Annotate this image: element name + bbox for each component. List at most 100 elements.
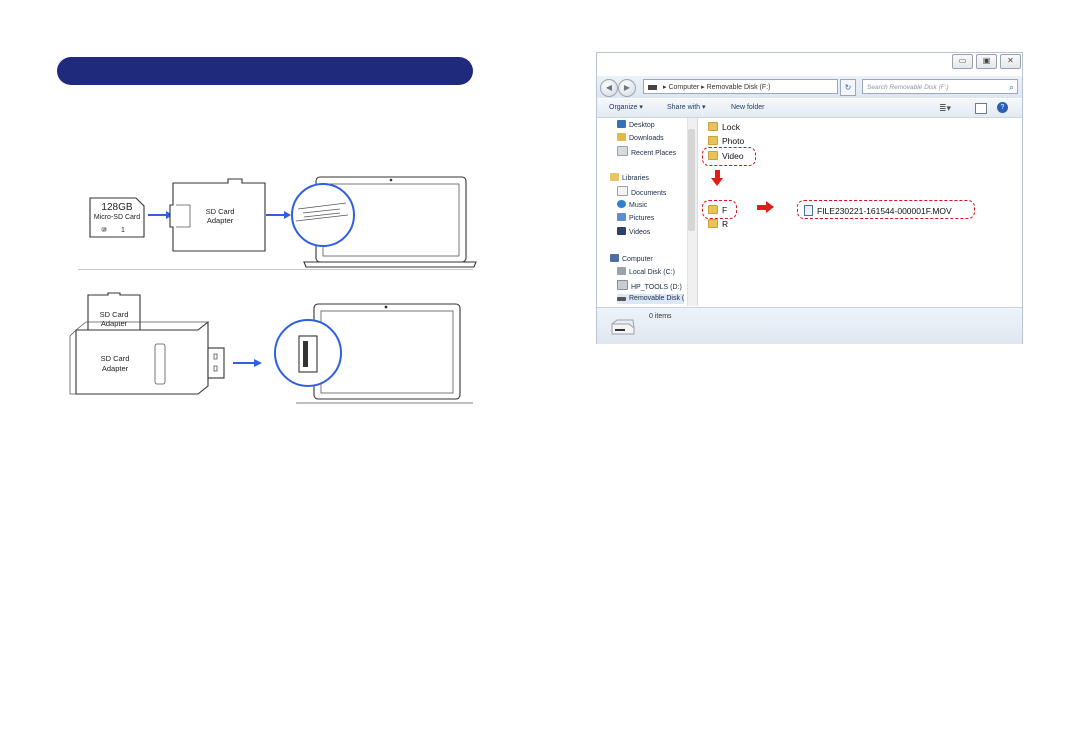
search-input[interactable]: Search Removable Disk (F:) ⌕ [862, 79, 1018, 94]
down-arrow-icon [711, 178, 723, 186]
folder-photo[interactable]: Photo [708, 136, 744, 147]
new-folder-button[interactable]: New folder [731, 99, 764, 117]
video-highlight [702, 147, 756, 166]
view-options-icon[interactable]: ≣▾ [939, 99, 951, 117]
address-row: ◀ ▶ ▸ Computer ▸ Removable Disk (F:) ↻ S… [597, 76, 1022, 98]
breadcrumb-computer[interactable]: Computer [668, 84, 699, 91]
removable-disk-icon [617, 297, 626, 301]
nav-item-label: Downloads [629, 135, 664, 142]
nav-item-recent-places[interactable]: Recent Places [617, 146, 676, 159]
share-with-button[interactable]: Share with ▾ [667, 99, 706, 117]
recent-places-icon [617, 146, 628, 156]
nav-item-label: Libraries [622, 175, 649, 182]
address-bar[interactable]: ▸ Computer ▸ Removable Disk (F:) [643, 79, 838, 94]
downloads-icon [617, 133, 626, 141]
folder-icon [708, 122, 718, 131]
folder-label: Photo [722, 136, 745, 146]
folder-icon [708, 136, 718, 145]
search-icon[interactable]: ⌕ [1009, 80, 1014, 95]
arrow-2-head [284, 211, 291, 219]
nav-item-documents[interactable]: Documents [617, 186, 666, 199]
right-arrow-icon [766, 201, 774, 213]
folder-icon [708, 219, 718, 228]
card-capacity: 128GB [101, 202, 132, 213]
laptop-camera [389, 178, 393, 182]
nav-scrollbar-thumb[interactable] [688, 129, 695, 231]
nav-item-libraries[interactable]: Libraries [610, 173, 649, 184]
card-type: Micro-SD Card [94, 214, 140, 221]
desktop-icon [617, 120, 626, 128]
laptop-2-camera [384, 305, 388, 309]
card-reader-body [75, 320, 209, 395]
item-count: 0 items [649, 313, 672, 320]
reader-label-1: SD Card [101, 354, 130, 363]
refresh-icon[interactable]: ↻ [840, 79, 856, 96]
videos-icon [617, 227, 626, 235]
usb-reader-to-laptop-illustration: SD Card Adapter SD Card Adapter [69, 292, 473, 404]
laptop-base [303, 261, 477, 268]
search-placeholder: Search Removable Disk (F:) [867, 84, 949, 91]
f-folder-highlight [702, 200, 737, 219]
music-icon [617, 200, 626, 208]
nav-item-desktop[interactable]: Desktop [617, 120, 655, 131]
reader-side [69, 329, 77, 395]
nav-item-label: Desktop [629, 122, 655, 129]
maximize-button[interactable]: ▣ [976, 54, 997, 69]
preview-pane-icon[interactable] [975, 103, 987, 114]
help-icon[interactable]: ? [997, 102, 1008, 113]
libraries-icon [610, 173, 619, 181]
local-disk-icon [617, 267, 626, 275]
computer-icon [610, 254, 619, 262]
drive-icon [648, 84, 657, 90]
reader-label-2: Adapter [102, 364, 129, 373]
nav-item-label: Removable Disk ( [629, 295, 685, 302]
nav-item-music[interactable]: Music [617, 200, 647, 211]
nav-item-pictures[interactable]: Pictures [617, 213, 654, 224]
folder-r[interactable]: R [708, 219, 728, 230]
close-button[interactable]: ✕ [1000, 54, 1021, 69]
nav-item-videos[interactable]: Videos [617, 227, 650, 238]
nav-item-label: Local Disk (C:) [629, 269, 675, 276]
arrow-3-head [254, 359, 262, 367]
nav-item-label: Pictures [629, 215, 655, 222]
window-controls: ▭ ▣ ✕ [952, 54, 1021, 69]
navigation-pane: Desktop Downloads Recent Places Librarie… [597, 118, 698, 306]
nav-item-removable-disk[interactable]: Removable Disk ( [617, 294, 685, 304]
nav-item-label: HP_TOOLS (D:) [631, 284, 682, 291]
usb-plug [207, 347, 225, 379]
nav-item-label: Documents [631, 190, 667, 197]
details-pane: 0 items [597, 307, 1022, 344]
usb-port-tongue [303, 341, 308, 367]
micro-sd-to-laptop-illustration: 128GB Micro-SD Card ⑩ 1 SD Card Adapter [89, 176, 477, 268]
nav-item-downloads[interactable]: Downloads [617, 133, 664, 144]
down-arrow-stem [715, 170, 720, 178]
pictures-icon [617, 213, 626, 221]
folder-lock[interactable]: Lock [708, 122, 740, 133]
back-button[interactable]: ◀ [600, 79, 618, 97]
documents-icon [617, 186, 628, 196]
file-explorer-window: ▭ ▣ ✕ ◀ ▶ ▸ Computer ▸ Removable Disk (F… [596, 52, 1023, 344]
nav-item-hp-tools[interactable]: HP_TOOLS (D:) [617, 280, 682, 293]
forward-button[interactable]: ▶ [618, 79, 636, 97]
folder-label: Lock [722, 122, 740, 132]
minimize-button[interactable]: ▭ [952, 54, 973, 69]
breadcrumb-separator: ▸ [699, 84, 707, 91]
nav-item-label: Computer [622, 256, 653, 263]
file-list: Lock Photo Video F R FILE230221-161544-0… [698, 118, 1021, 306]
nav-item-label: Music [629, 202, 648, 209]
adapter-label-2: Adapter [207, 216, 234, 225]
sd-card-label-2: Adapter [101, 319, 128, 328]
removable-drive-icon [611, 319, 635, 335]
section-title-bar [57, 57, 473, 85]
nav-item-label: Recent Places [631, 150, 677, 157]
file-highlight [797, 200, 975, 219]
nav-item-local-disk[interactable]: Local Disk (C:) [617, 267, 675, 278]
breadcrumb-drive[interactable]: Removable Disk (F:) [707, 84, 771, 91]
organize-button[interactable]: Organize ▾ [609, 99, 643, 117]
nav-item-computer[interactable]: Computer [610, 254, 653, 265]
hp-tools-icon [617, 280, 628, 290]
right-arrow-stem [757, 205, 766, 210]
command-bar: Organize ▾ Share with ▾ New folder ≣▾ ? [597, 99, 1022, 118]
folder-label: R [722, 219, 729, 229]
card-mark-2: 1 [121, 227, 125, 234]
